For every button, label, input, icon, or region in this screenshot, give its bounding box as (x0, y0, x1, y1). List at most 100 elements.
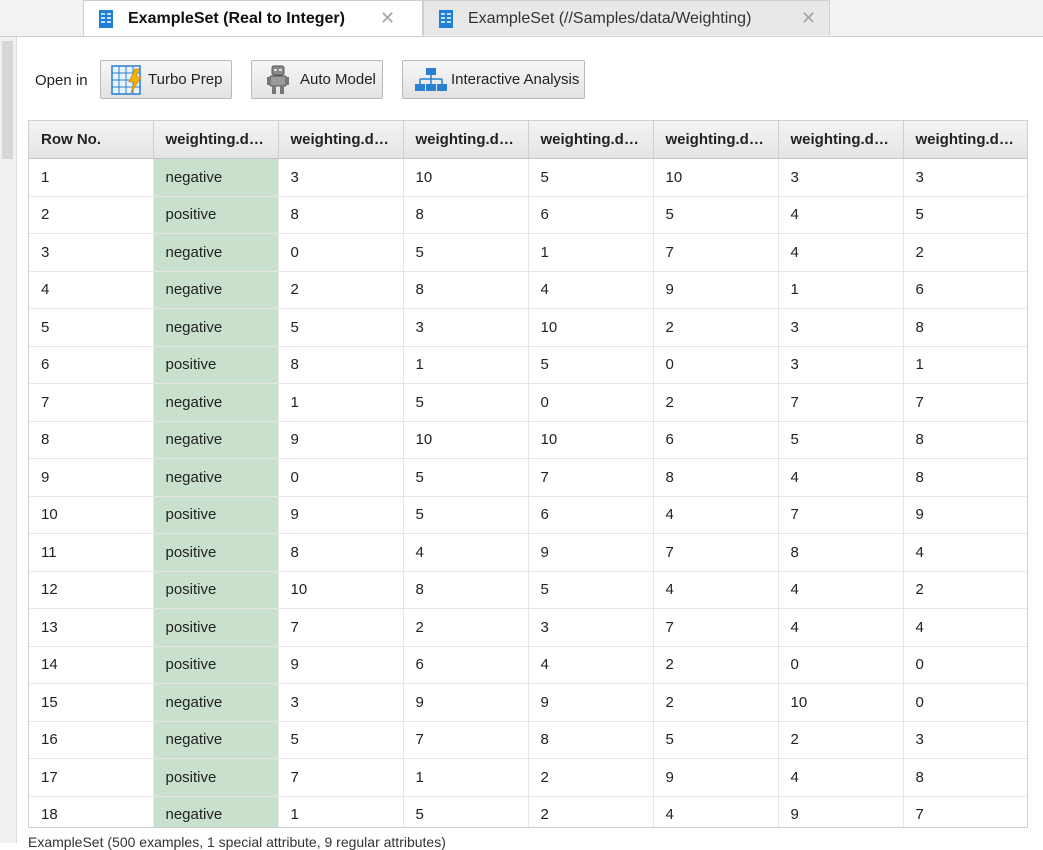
column-header[interactable]: weighting.da... (653, 121, 779, 159)
table-cell: 10 (403, 421, 529, 459)
table-row[interactable]: 17 positive 7 1 2 9 4 8 (29, 758, 1027, 797)
open-in-label: Open in (35, 72, 88, 89)
table-row[interactable]: 3 negative 0 5 1 7 4 2 (29, 233, 1027, 272)
table-cell: 1 (278, 383, 404, 422)
column-header-row-no[interactable]: Row No. (29, 121, 154, 159)
auto-model-button[interactable]: Auto Model (251, 60, 383, 99)
table-row[interactable]: 11 positive 8 4 9 7 8 4 (29, 533, 1027, 572)
table-header-row: Row No. weighting.da... weighting.da... … (29, 121, 1027, 159)
table-cell: 5 (903, 196, 1027, 234)
data-table: Row No. weighting.da... weighting.da... … (28, 120, 1028, 828)
table-row[interactable]: 9 negative 0 5 7 8 4 8 (29, 458, 1027, 497)
row-number-cell: 1 (29, 158, 154, 197)
table-cell: 2 (278, 271, 404, 309)
table-cell: 0 (278, 233, 404, 272)
table-cell: 2 (528, 758, 654, 797)
table-cell: 4 (778, 196, 904, 234)
table-cell: 8 (403, 196, 529, 234)
table-cell: 10 (528, 421, 654, 459)
table-cell: 5 (778, 421, 904, 459)
table-row[interactable]: 15 negative 3 9 9 2 10 0 (29, 683, 1027, 722)
table-row[interactable]: 16 negative 5 7 8 5 2 3 (29, 721, 1027, 759)
table-cell: 8 (653, 458, 779, 497)
table-cell: 3 (278, 158, 404, 197)
interactive-analysis-button[interactable]: Interactive Analysis (402, 60, 585, 99)
left-scrollbar[interactable] (0, 37, 17, 843)
tab-exampleset-real-to-integer[interactable]: ExampleSet (Real to Integer) ✕ (83, 0, 423, 36)
column-header[interactable]: weighting.da... (778, 121, 904, 159)
row-number-cell: 6 (29, 346, 154, 384)
table-cell: 1 (278, 796, 404, 827)
row-number-cell: 5 (29, 308, 154, 347)
table-row[interactable]: 8 negative 9 10 10 6 5 8 (29, 421, 1027, 459)
table-cell: 8 (403, 271, 529, 309)
column-header[interactable]: weighting.da... (278, 121, 404, 159)
table-cell: 8 (278, 533, 404, 572)
table-row[interactable]: 2 positive 8 8 6 5 4 5 (29, 196, 1027, 234)
table-cell: 9 (528, 683, 654, 722)
table-row[interactable]: 1 negative 3 10 5 10 3 3 (29, 158, 1027, 197)
table-row[interactable]: 6 positive 8 1 5 0 3 1 (29, 346, 1027, 384)
column-header[interactable]: weighting.da... (403, 121, 529, 159)
table-cell: 8 (278, 196, 404, 234)
table-cell: 0 (903, 683, 1027, 722)
turbo-prep-label: Turbo Prep (148, 71, 223, 88)
table-row[interactable]: 18 negative 1 5 2 4 9 7 (29, 796, 1027, 827)
row-number-cell: 3 (29, 233, 154, 272)
table-row[interactable]: 14 positive 9 6 4 2 0 0 (29, 646, 1027, 684)
table-cell: 2 (778, 721, 904, 759)
table-cell: 2 (653, 683, 779, 722)
close-icon[interactable]: ✕ (801, 8, 816, 29)
table-cell: 8 (278, 346, 404, 384)
row-number-cell: 16 (29, 721, 154, 759)
label-cell: positive (153, 646, 279, 684)
table-cell: 5 (278, 308, 404, 347)
label-cell: negative (153, 233, 279, 272)
table-cell: 8 (528, 721, 654, 759)
table-cell: 8 (403, 571, 529, 609)
table-cell: 5 (403, 796, 529, 827)
table-cell: 4 (778, 571, 904, 609)
table-cell: 1 (403, 758, 529, 797)
table-row[interactable]: 5 negative 5 3 10 2 3 8 (29, 308, 1027, 347)
row-number-cell: 18 (29, 796, 154, 827)
table-cell: 2 (903, 233, 1027, 272)
table-cell: 1 (903, 346, 1027, 384)
table-cell: 0 (528, 383, 654, 422)
table-cell: 8 (903, 458, 1027, 497)
column-header-label[interactable]: weighting.da... (153, 121, 279, 159)
table-row[interactable]: 7 negative 1 5 0 2 7 7 (29, 383, 1027, 422)
table-cell: 5 (528, 346, 654, 384)
table-row[interactable]: 4 negative 2 8 4 9 1 6 (29, 271, 1027, 309)
table-cell: 2 (528, 796, 654, 827)
table-cell: 5 (528, 158, 654, 197)
table-cell: 0 (778, 646, 904, 684)
tab-exampleset-weighting[interactable]: ExampleSet (//Samples/data/Weighting) ✕ (423, 0, 830, 35)
column-header[interactable]: weighting.da... (528, 121, 654, 159)
table-cell: 3 (278, 683, 404, 722)
close-icon[interactable]: ✕ (380, 8, 395, 29)
turbo-prep-button[interactable]: Turbo Prep (100, 60, 232, 99)
table-row[interactable]: 10 positive 9 5 6 4 7 9 (29, 496, 1027, 534)
table-cell: 6 (403, 646, 529, 684)
table-cell: 2 (653, 383, 779, 422)
table-cell: 4 (903, 533, 1027, 572)
label-cell: negative (153, 458, 279, 497)
row-number-cell: 2 (29, 196, 154, 234)
table-cell: 4 (653, 496, 779, 534)
table-cell: 5 (403, 233, 529, 272)
table-cell: 5 (403, 383, 529, 422)
table-row[interactable]: 12 positive 10 8 5 4 4 2 (29, 571, 1027, 609)
label-cell: negative (153, 308, 279, 347)
label-cell: negative (153, 383, 279, 422)
table-row[interactable]: 13 positive 7 2 3 7 4 4 (29, 608, 1027, 647)
column-header[interactable]: weighting.da... (903, 121, 1027, 159)
exampleset-icon (438, 10, 454, 33)
scrollbar-thumb[interactable] (2, 41, 13, 159)
table-cell: 3 (528, 608, 654, 647)
label-cell: positive (153, 196, 279, 234)
table-cell: 1 (778, 271, 904, 309)
table-cell: 9 (653, 271, 779, 309)
table-cell: 4 (403, 533, 529, 572)
table-cell: 2 (903, 571, 1027, 609)
